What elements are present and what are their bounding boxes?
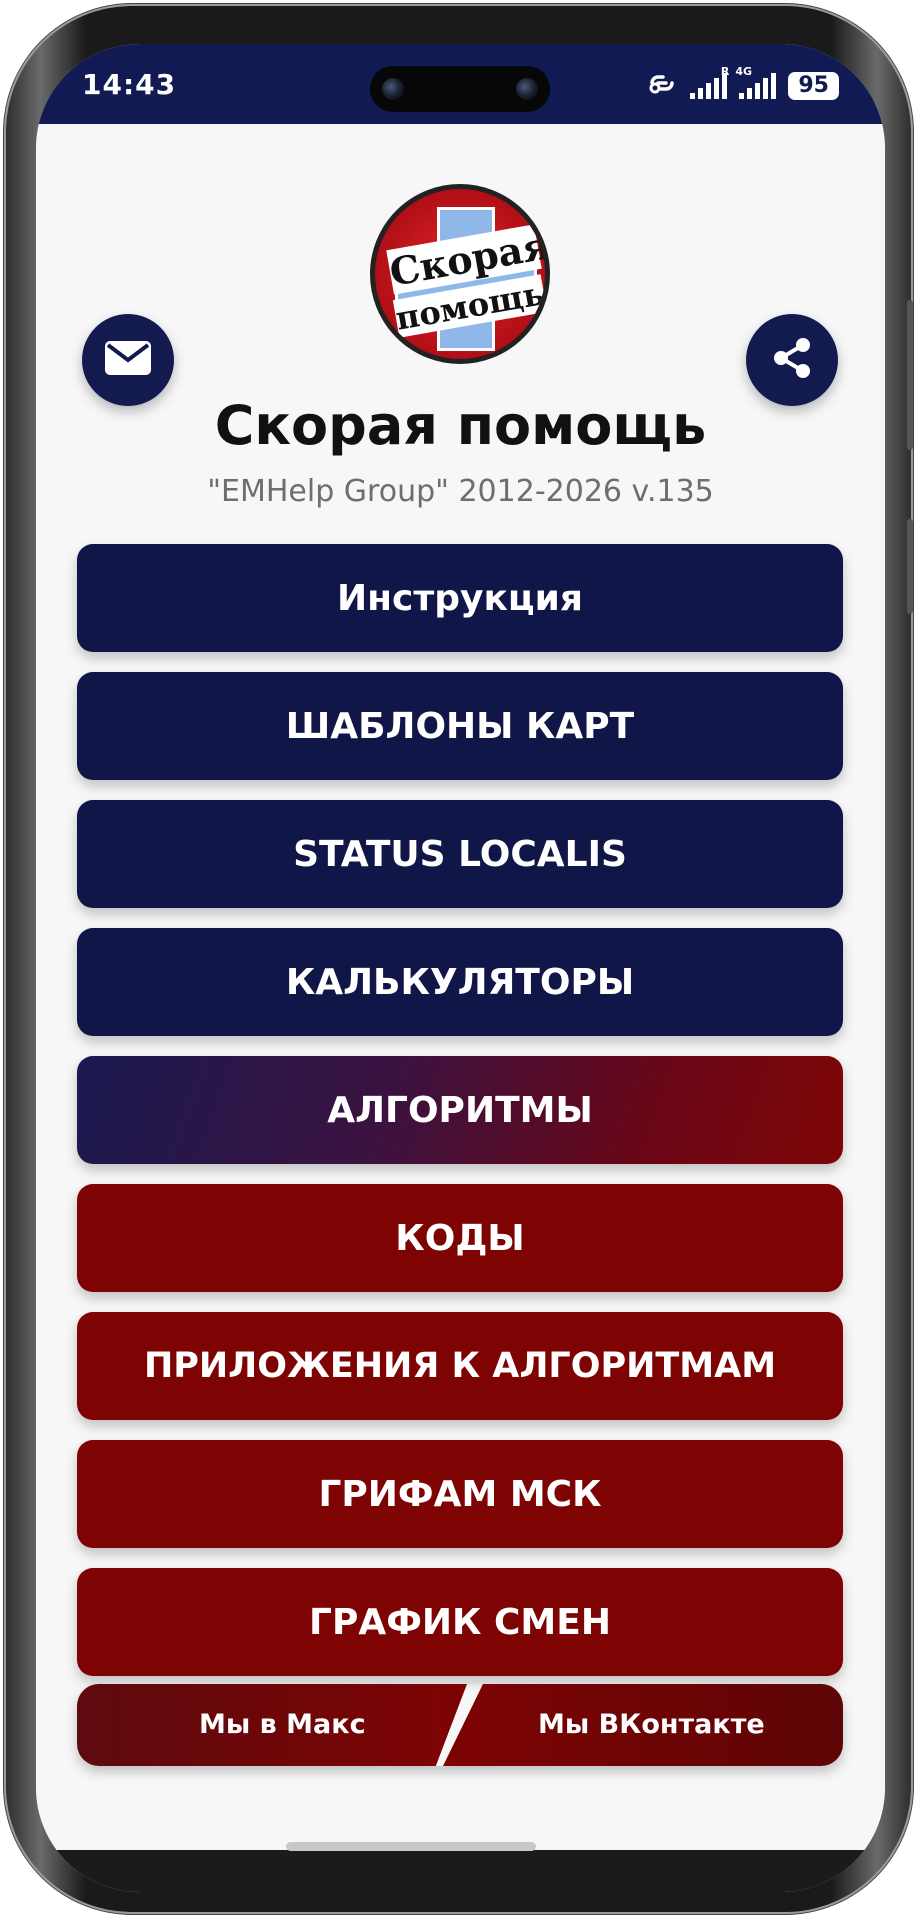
- signal-icon: R: [690, 65, 729, 99]
- main-content: Скорая помощь Скорая помощь "EMHelp Grou…: [36, 124, 885, 1864]
- camera-lens: [516, 78, 538, 100]
- phone-frame: 14:43 R 4G 95 Скорая помощь Скорая помощ…: [4, 4, 913, 1914]
- signal-4g-icon: 4G: [735, 65, 777, 99]
- navigation-bar: [36, 1850, 885, 1892]
- screen: 14:43 R 4G 95 Скорая помощь Скорая помощ…: [36, 44, 885, 1892]
- grifam-msk-button[interactable]: ГРИФАМ МСК: [77, 1440, 843, 1548]
- battery-indicator: 95: [788, 72, 839, 100]
- status-icons: R 4G 95: [646, 65, 839, 106]
- status-bar: 14:43 R 4G 95: [36, 44, 885, 124]
- algorithms-button[interactable]: АЛГОРИТМЫ: [77, 1056, 843, 1164]
- volume-button: [907, 300, 913, 450]
- calculators-button[interactable]: КАЛЬКУЛЯТОРЫ: [77, 928, 843, 1036]
- mail-icon: [105, 341, 151, 379]
- codes-button[interactable]: КОДЫ: [77, 1184, 843, 1292]
- camera-lens: [382, 78, 404, 100]
- signal-roaming-tag: R: [720, 65, 730, 78]
- instructions-button[interactable]: Инструкция: [77, 544, 843, 652]
- algorithm-appendices-button[interactable]: ПРИЛОЖЕНИЯ К АЛГОРИТМАМ: [77, 1312, 843, 1420]
- camera-cutout: [370, 66, 550, 112]
- status-localis-button[interactable]: STATUS LOCALIS: [77, 800, 843, 908]
- signal-network-tag: 4G: [735, 65, 753, 78]
- shift-schedule-button[interactable]: ГРАФИК СМЕН: [77, 1568, 843, 1676]
- social-links: Мы в Макс Мы ВКонтакте: [77, 1684, 843, 1766]
- app-logo: Скорая помощь: [370, 184, 550, 364]
- vk-link-button[interactable]: Мы ВКонтакте: [443, 1684, 843, 1766]
- home-indicator[interactable]: [286, 1842, 536, 1851]
- mail-button[interactable]: [82, 314, 174, 406]
- app-title: Скорая помощь: [214, 394, 707, 457]
- max-link-button[interactable]: Мы в Макс: [77, 1684, 467, 1766]
- vk-link-label: Мы ВКонтакте: [538, 1709, 765, 1740]
- share-button[interactable]: [746, 314, 838, 406]
- max-link-label: Мы в Макс: [199, 1709, 366, 1740]
- power-button: [907, 519, 913, 614]
- status-time: 14:43: [82, 68, 177, 101]
- link-icon: [646, 70, 678, 103]
- app-subtitle: "EMHelp Group" 2012-2026 v.135: [207, 474, 714, 509]
- card-templates-button[interactable]: ШАБЛОНЫ КАРТ: [77, 672, 843, 780]
- share-icon: [770, 336, 814, 384]
